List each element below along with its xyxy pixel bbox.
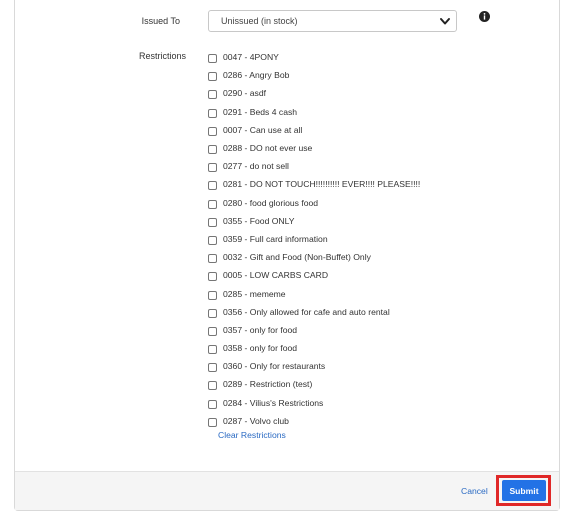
restriction-checkbox[interactable] [208,145,217,155]
restriction-label: 0290 - asdf [223,88,266,99]
restrictions-label: Restrictions [138,51,186,61]
restriction-label: 0359 - Full card information [223,233,328,244]
restriction-item[interactable]: 0291 - Beds 4 cash [208,103,420,121]
restriction-label: 0007 - Can use at all [223,124,303,135]
restrictions-list: 0047 - 4PONY 0286 - Angry Bob 0290 - asdf 0… [208,48,420,430]
issued-to-label: Issued To [141,16,180,26]
restriction-checkbox[interactable] [208,235,217,245]
restriction-label: 0289 - Restriction (test) [223,379,313,390]
restriction-checkbox[interactable] [208,199,217,209]
restriction-label: 0284 - Vilius's Restrictions [223,397,324,408]
restriction-checkbox[interactable] [208,217,217,227]
restriction-label: 0280 - food glorious food [223,197,319,208]
restriction-checkbox[interactable] [208,363,217,373]
restriction-label: 0005 - LOW CARBS CARD [223,270,329,281]
restriction-item[interactable]: 0356 - Only allowed for cafe and auto re… [208,303,420,321]
restriction-checkbox[interactable] [208,417,217,427]
restriction-item[interactable]: 0355 - Food ONLY [208,212,420,230]
restriction-checkbox[interactable] [208,108,217,118]
restriction-item[interactable]: 0286 - Angry Bob [208,66,420,84]
restriction-item[interactable]: 0358 - only for food [208,339,420,357]
restriction-item[interactable]: 0277 - do not sell [208,157,420,175]
restriction-item[interactable]: 0285 - mememe [208,284,420,302]
restriction-item[interactable]: 0289 - Restriction (test) [208,375,420,393]
restriction-item[interactable]: 0005 - LOW CARBS CARD [208,266,420,284]
issued-to-value: Unissued (in stock) [221,16,298,26]
restriction-item[interactable]: 0284 - Vilius's Restrictions [208,394,420,412]
restriction-item[interactable]: 0007 - Can use at all [208,121,420,139]
info-icon[interactable] [479,11,490,22]
restriction-checkbox[interactable] [208,326,217,336]
restriction-item[interactable]: 0032 - Gift and Food (Non-Buffet) Only [208,248,420,266]
restriction-checkbox[interactable] [208,399,217,409]
restriction-item[interactable]: 0359 - Full card information [208,230,420,248]
restriction-label: 0291 - Beds 4 cash [223,106,298,117]
restriction-checkbox[interactable] [208,54,217,64]
restriction-item[interactable]: 0357 - only for food [208,321,420,339]
restriction-label: 0277 - do not sell [223,161,289,172]
restriction-checkbox[interactable] [208,272,217,282]
restriction-label: 0032 - Gift and Food (Non-Buffet) Only [223,252,371,263]
restriction-item[interactable]: 0287 - Volvo club [208,412,420,430]
restriction-label: 0357 - only for food [223,324,298,335]
clear-restrictions-link[interactable]: Clear Restrictions [218,430,286,440]
restriction-checkbox[interactable] [208,254,217,264]
restriction-label: 0288 - DO not ever use [223,143,313,154]
restriction-label: 0355 - Food ONLY [223,215,295,226]
restriction-label: 0047 - 4PONY [223,52,279,63]
restriction-label: 0281 - DO NOT TOUCH!!!!!!!!!! EVER!!!! P… [223,179,421,190]
restriction-item[interactable]: 0360 - Only for restaurants [208,357,420,375]
restriction-checkbox[interactable] [208,126,217,136]
restriction-checkbox[interactable] [208,290,217,300]
restriction-label: 0356 - Only allowed for cafe and auto re… [223,306,390,317]
chevron-down-icon [440,18,450,25]
restriction-checkbox[interactable] [208,381,217,391]
restriction-checkbox[interactable] [208,181,217,191]
cancel-link[interactable]: Cancel [461,486,488,496]
issued-to-select[interactable]: Unissued (in stock) [208,10,457,32]
restriction-item[interactable]: 0280 - food glorious food [208,194,420,212]
restriction-checkbox[interactable] [208,163,217,173]
restriction-label: 0287 - Volvo club [223,415,289,426]
restriction-checkbox[interactable] [208,90,217,100]
restriction-label: 0360 - Only for restaurants [223,361,326,372]
restriction-checkbox[interactable] [208,345,217,355]
restriction-item[interactable]: 0288 - DO not ever use [208,139,420,157]
restriction-item[interactable]: 0047 - 4PONY [208,48,420,66]
restriction-label: 0285 - mememe [223,288,286,299]
restriction-label: 0286 - Angry Bob [223,70,290,81]
restriction-checkbox[interactable] [208,308,217,318]
restriction-item[interactable]: 0290 - asdf [208,84,420,102]
submit-button[interactable]: Submit [502,480,546,501]
restriction-item[interactable]: 0281 - DO NOT TOUCH!!!!!!!!!! EVER!!!! P… [208,175,420,193]
restriction-checkbox[interactable] [208,72,217,82]
restriction-label: 0358 - only for food [223,343,298,354]
